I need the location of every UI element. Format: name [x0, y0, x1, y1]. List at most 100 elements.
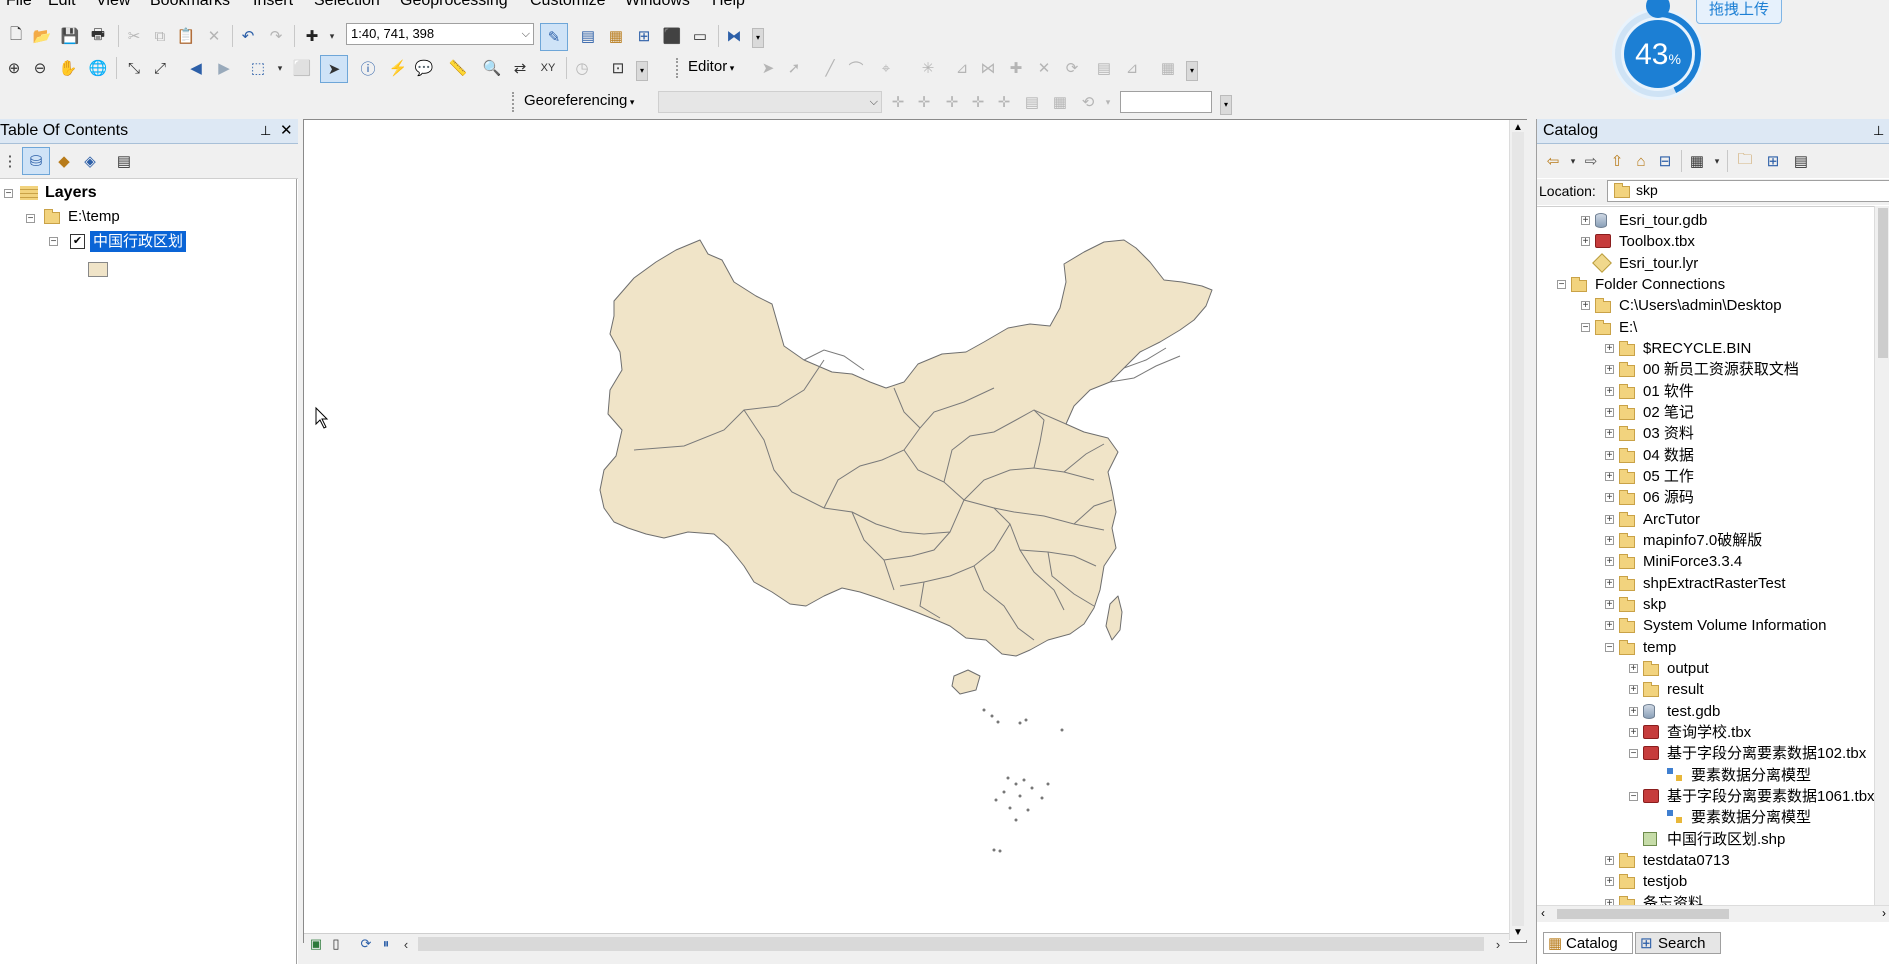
new-document-icon[interactable]: 🗋: [6, 26, 26, 46]
expand-icon[interactable]: +: [1629, 706, 1638, 716]
full-extent-icon[interactable]: 🌐: [88, 58, 108, 78]
fixed-zoom-in-icon[interactable]: ⤡: [124, 58, 144, 78]
expand-icon[interactable]: +: [1629, 685, 1638, 695]
auto-adjust-icon[interactable]: ⟲: [1078, 92, 1098, 112]
scroll-left-icon[interactable]: ‹: [396, 934, 416, 954]
catalog-tree-item[interactable]: + MiniForce3.3.4: [1537, 551, 1874, 572]
collapse-icon[interactable]: −: [26, 214, 35, 224]
toggle-contents-icon[interactable]: ⊞: [1763, 151, 1783, 171]
catalog-tree-item[interactable]: + C:\Users\admin\Desktop: [1537, 295, 1874, 316]
trace-icon[interactable]: ⌖: [876, 58, 896, 78]
back-icon[interactable]: ⇦: [1543, 151, 1563, 171]
expand-icon[interactable]: +: [1605, 407, 1614, 417]
measure-icon[interactable]: 📏: [448, 58, 468, 78]
layer-visibility-checkbox[interactable]: ✔: [70, 234, 85, 249]
expand-icon[interactable]: +: [1605, 535, 1614, 545]
catalog-tree-item[interactable]: + Esri_tour.gdb: [1537, 210, 1874, 231]
catalog-tree-item[interactable]: + output: [1537, 658, 1874, 679]
catalog-tree-item[interactable]: + $RECYCLE.BIN: [1537, 338, 1874, 359]
endpoint-arc-icon[interactable]: ⌒: [846, 58, 866, 78]
catalog-tree-item[interactable]: +02 笔记: [1537, 402, 1874, 423]
data-view-icon[interactable]: ▣: [306, 934, 326, 954]
catalog-tree-item[interactable]: − Folder Connections: [1537, 274, 1874, 295]
scroll-right-icon[interactable]: ›: [1488, 934, 1508, 954]
modelbuilder-icon[interactable]: ⧓: [724, 26, 744, 46]
toc-layer-china-admin[interactable]: 中国行政区划: [90, 231, 187, 252]
hainan-polygon[interactable]: [951, 669, 981, 695]
cut-icon[interactable]: ✂: [124, 26, 144, 46]
python-window-icon[interactable]: ▭: [690, 26, 710, 46]
connect-folder-icon[interactable]: ⊟: [1655, 151, 1675, 171]
expand-icon[interactable]: +: [1605, 471, 1614, 481]
redo-icon[interactable]: ↷: [266, 26, 286, 46]
toc-window-icon[interactable]: ▤: [578, 26, 598, 46]
catalog-tree-item[interactable]: + ArcTutor: [1537, 509, 1874, 530]
catalog-tree-item[interactable]: + skp: [1537, 594, 1874, 615]
collapse-icon[interactable]: −: [49, 237, 58, 247]
toc-root-layers[interactable]: Layers: [45, 182, 97, 203]
expand-icon[interactable]: +: [1629, 727, 1638, 737]
catalog-tree-item[interactable]: + 查询学校.tbx: [1537, 722, 1874, 743]
catalog-tree-item[interactable]: +05 工作: [1537, 466, 1874, 487]
zoom-out-icon[interactable]: ⊖: [30, 58, 50, 78]
catalog-tree-item[interactable]: +03 资料: [1537, 423, 1874, 444]
layer-symbol-swatch[interactable]: [88, 262, 108, 277]
chevron-down-icon[interactable]: ▾: [270, 58, 290, 78]
search-window-icon[interactable]: ⊞: [634, 26, 654, 46]
collapse-icon[interactable]: −: [4, 189, 13, 199]
expand-icon[interactable]: +: [1605, 493, 1614, 503]
toolbar-options-icon[interactable]: ▾: [1186, 61, 1198, 81]
expand-icon[interactable]: +: [1605, 386, 1614, 396]
views-icon[interactable]: ▦: [1687, 151, 1707, 171]
expand-icon[interactable]: +: [1605, 621, 1614, 631]
menu-customize[interactable]: Customize: [530, 0, 606, 10]
toolbar-options-icon[interactable]: ▾: [1220, 95, 1232, 115]
list-by-source-icon[interactable]: ⛁: [22, 147, 50, 175]
taiwan-polygon[interactable]: [1105, 595, 1123, 641]
menu-selection[interactable]: Selection: [314, 0, 380, 10]
pin-icon[interactable]: ⊥: [1873, 119, 1884, 143]
viewer-icon[interactable]: ▦: [1050, 92, 1070, 112]
expand-icon[interactable]: +: [1581, 237, 1590, 247]
straight-segment-icon[interactable]: ╱: [820, 58, 840, 78]
catalog-tree-item[interactable]: +04 数据: [1537, 445, 1874, 466]
catalog-tree-item[interactable]: − E:\: [1537, 317, 1874, 338]
map-canvas[interactable]: [304, 120, 1526, 942]
expand-icon[interactable]: +: [1605, 514, 1614, 524]
scroll-left-icon[interactable]: ‹: [1541, 906, 1545, 920]
map-horizontal-scrollbar[interactable]: [418, 937, 1484, 951]
catalog-tree-item[interactable]: − 基于字段分离要素数据1061.tbx: [1537, 786, 1874, 807]
catalog-tree-item[interactable]: − 基于字段分离要素数据102.tbx: [1537, 743, 1874, 764]
expand-icon[interactable]: +: [1605, 599, 1614, 609]
view-link-table-icon[interactable]: ▤: [1022, 92, 1042, 112]
scroll-down-icon[interactable]: ▼: [1513, 927, 1523, 938]
catalog-tree-item[interactable]: + Toolbox.tbx: [1537, 231, 1874, 252]
reshape-icon[interactable]: ⋈: [978, 58, 998, 78]
editor-menu[interactable]: Editor ▾: [688, 58, 734, 75]
cut-polygons-icon[interactable]: ✚: [1006, 58, 1026, 78]
collapse-icon[interactable]: −: [1605, 642, 1614, 652]
toc-options-icon[interactable]: ▤: [114, 151, 134, 171]
refresh-icon[interactable]: ⟳: [356, 934, 376, 954]
map-vertical-track[interactable]: [1512, 132, 1524, 926]
editor-toolbar-icon[interactable]: ✎: [540, 23, 568, 51]
toolbar-grip[interactable]: [676, 58, 680, 78]
select-features-icon[interactable]: ⬚: [248, 58, 268, 78]
menu-windows[interactable]: Windows: [625, 0, 690, 10]
georef-input-field[interactable]: [1120, 91, 1212, 113]
undo-icon[interactable]: ↶: [238, 26, 258, 46]
close-icon[interactable]: ✕: [280, 119, 293, 143]
forward-extent-icon[interactable]: ▶: [214, 58, 234, 78]
home-icon[interactable]: ⌂: [1631, 151, 1651, 171]
catalog-horizontal-scrollbar[interactable]: ‹ ›: [1537, 905, 1889, 922]
catalog-vertical-scrollbar[interactable]: [1874, 206, 1889, 906]
arctoolbox-icon[interactable]: ⬛: [662, 26, 682, 46]
catalog-tree-item[interactable]: + testjob: [1537, 871, 1874, 892]
shift-georef-icon[interactable]: ✛: [914, 92, 934, 112]
select-elements-icon[interactable]: ➤: [320, 55, 348, 83]
hyperlink-icon[interactable]: ⚡: [388, 58, 408, 78]
select-link-icon[interactable]: ✛: [994, 92, 1014, 112]
catalog-tree-item[interactable]: 要素数据分离模型: [1537, 765, 1874, 786]
delete-icon[interactable]: ✕: [204, 26, 224, 46]
catalog-tree-item[interactable]: + mapinfo7.0破解版: [1537, 530, 1874, 551]
